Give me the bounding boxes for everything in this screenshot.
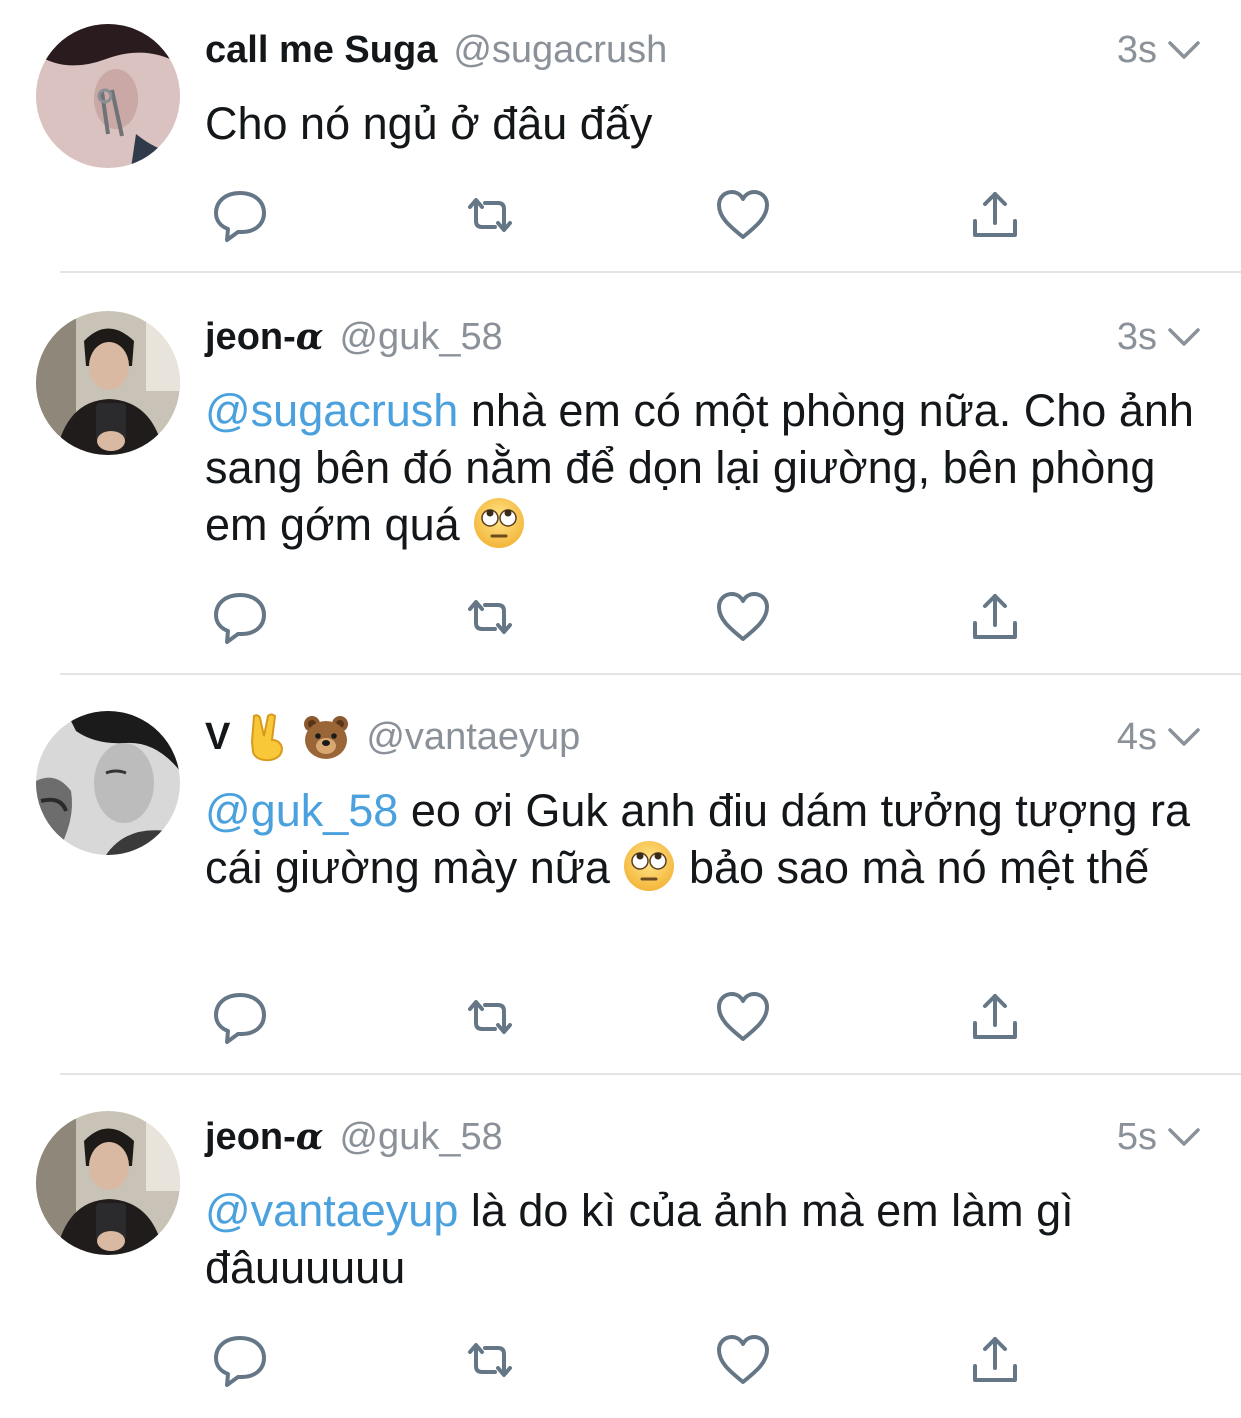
share-icon[interactable] [965, 1330, 1025, 1390]
bear-emoji-icon [304, 716, 349, 759]
share-icon[interactable] [965, 587, 1025, 647]
action-bar [205, 185, 1055, 245]
divider [60, 271, 1241, 273]
victory-hand-emoji-icon [251, 713, 284, 762]
eye-roll-emoji-icon [474, 498, 525, 548]
avatar[interactable] [36, 24, 180, 168]
timestamp[interactable]: 3s [1117, 316, 1157, 359]
chevron-down-icon[interactable] [1167, 325, 1201, 349]
mention-link[interactable]: @guk_58 [205, 785, 398, 836]
handle[interactable]: @sugacrush [453, 29, 667, 72]
avatar-image [36, 711, 180, 855]
tweet-header: jeon-α @guk_58 3s [205, 312, 1201, 362]
divider [60, 673, 1241, 675]
retweet-icon[interactable] [460, 1330, 520, 1390]
display-name[interactable]: call me Suga [205, 29, 437, 72]
timestamp-group: 3s [1117, 312, 1201, 362]
divider [60, 1073, 1241, 1075]
timestamp[interactable]: 3s [1117, 29, 1157, 72]
timestamp-group: 3s [1117, 25, 1201, 75]
action-bar [205, 1330, 1055, 1390]
mention-link[interactable]: @sugacrush [205, 385, 458, 436]
avatar[interactable] [36, 1111, 180, 1255]
chevron-down-icon[interactable] [1167, 725, 1201, 749]
share-icon[interactable] [965, 185, 1025, 245]
timestamp[interactable]: 5s [1117, 1116, 1157, 1159]
display-name-text: jeon- [205, 315, 296, 358]
tweet-body: Cho nó ngủ ở đâu đấy [205, 98, 653, 149]
display-name[interactable]: jeon-α [205, 316, 323, 359]
timestamp-group: 5s [1117, 1112, 1201, 1162]
chevron-down-icon[interactable] [1167, 38, 1201, 62]
tweet-header: call me Suga @sugacrush 3s [205, 25, 1201, 75]
reply-icon[interactable] [210, 987, 270, 1047]
action-bar [205, 987, 1055, 1047]
tweet-body-continued: bảo sao mà nó mệt thế [676, 842, 1150, 893]
avatar[interactable] [36, 311, 180, 455]
reply-icon[interactable] [210, 1330, 270, 1390]
retweet-icon[interactable] [460, 587, 520, 647]
tweet-text: @guk_58 eo ơi Guk anh điu dám tưởng tượn… [205, 782, 1205, 896]
tweet-text: @sugacrush nhà em có một phòng nữa. Cho … [205, 382, 1205, 553]
display-name[interactable]: V [205, 716, 230, 759]
display-name[interactable]: jeon-α [205, 1116, 323, 1159]
reply-icon[interactable] [210, 587, 270, 647]
retweet-icon[interactable] [460, 185, 520, 245]
heart-icon[interactable] [713, 987, 773, 1047]
avatar-image [36, 1111, 180, 1255]
chevron-down-icon[interactable] [1167, 1125, 1201, 1149]
retweet-icon[interactable] [460, 987, 520, 1047]
display-name-suffix: α [295, 1115, 324, 1158]
tweet-header: jeon-α @guk_58 5s [205, 1112, 1201, 1162]
mention-link[interactable]: @vantaeyup [205, 1185, 458, 1236]
timestamp-group: 4s [1117, 712, 1201, 762]
heart-icon[interactable] [713, 587, 773, 647]
avatar-image [36, 24, 180, 168]
handle[interactable]: @vantaeyup [366, 716, 580, 759]
avatar-image [36, 311, 180, 455]
display-name-text: jeon- [205, 1115, 296, 1158]
tweet-header: V @vantaeyup 4s [205, 712, 1201, 762]
heart-icon[interactable] [713, 1330, 773, 1390]
heart-icon[interactable] [713, 185, 773, 245]
share-icon[interactable] [965, 987, 1025, 1047]
tweet-text: @vantaeyup là do kì của ảnh mà em làm gì… [205, 1182, 1205, 1296]
eye-roll-emoji-icon [624, 841, 675, 891]
tweet-text: Cho nó ngủ ở đâu đấy [205, 95, 1205, 152]
reply-icon[interactable] [210, 185, 270, 245]
display-name-suffix: α [295, 315, 324, 358]
handle[interactable]: @guk_58 [339, 1116, 502, 1159]
timestamp[interactable]: 4s [1117, 716, 1157, 759]
avatar[interactable] [36, 711, 180, 855]
handle[interactable]: @guk_58 [339, 316, 502, 359]
action-bar [205, 587, 1055, 647]
